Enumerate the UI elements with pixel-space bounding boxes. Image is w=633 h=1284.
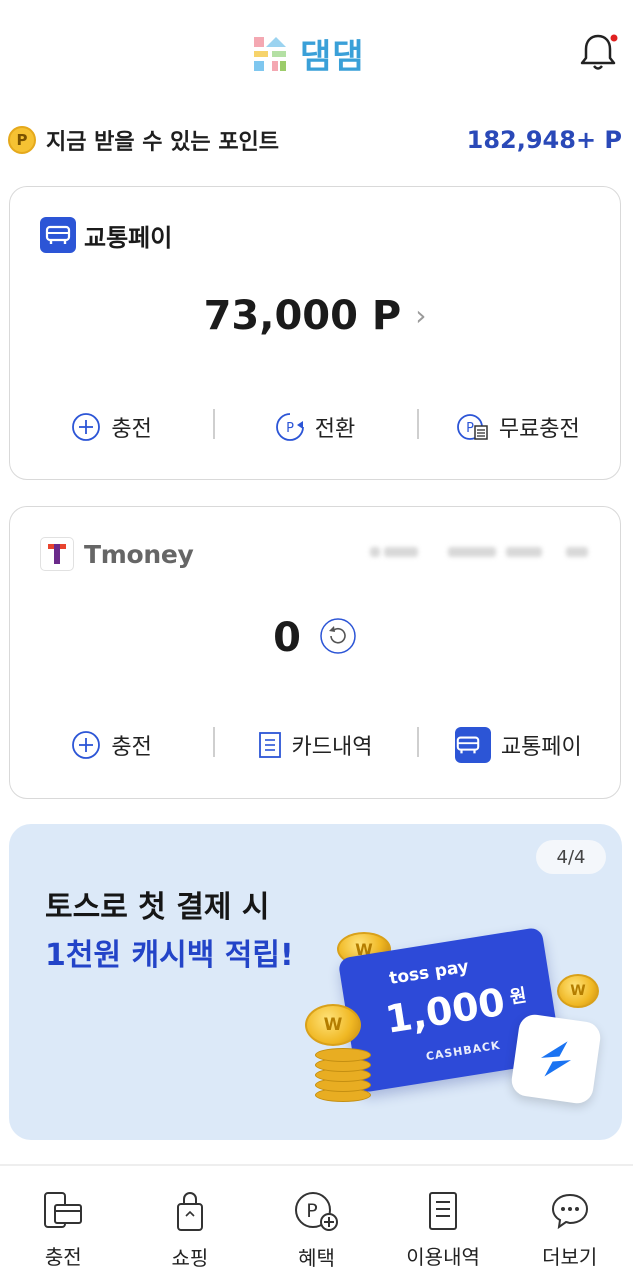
nav-history[interactable]: 이용내역 [380, 1190, 507, 1270]
point-coin-icon: P [8, 126, 36, 154]
svg-text:P: P [466, 421, 474, 436]
tmoney-balance: 0 [273, 615, 301, 661]
tmoney-logo-icon [40, 537, 74, 571]
benefit-point-icon: P [293, 1190, 339, 1232]
notification-bell-icon[interactable] [576, 30, 620, 74]
shopping-bag-icon [172, 1190, 208, 1232]
action-label: 충전 [111, 735, 152, 760]
tmoney-card-history-button[interactable]: 카드내역 [213, 721, 416, 769]
plus-circle-icon [72, 413, 101, 441]
plus-circle-icon [72, 731, 101, 759]
transit-pay-title: 교통페이 [84, 223, 173, 252]
logo-blocks-icon [252, 33, 290, 73]
nav-charge[interactable]: 충전 [0, 1190, 127, 1270]
action-label: 무료충전 [498, 417, 580, 442]
action-label: 교통페이 [500, 735, 582, 760]
toss-app-icon [509, 1012, 603, 1106]
bus-icon [40, 217, 76, 253]
document-icon [258, 732, 281, 758]
coin-icon: W [557, 974, 599, 1008]
nav-label: 쇼핑 [171, 1246, 209, 1270]
nav-more[interactable]: 더보기 [506, 1190, 633, 1270]
nav-label: 더보기 [542, 1245, 598, 1269]
free-charge-icon: P [456, 414, 488, 440]
svg-text:P: P [307, 1200, 318, 1222]
app-name: 댐댐 [300, 36, 365, 77]
available-points-label: 지금 받을 수 있는 포인트 [46, 130, 280, 155]
transit-pay-brand: 교통페이 [40, 217, 172, 253]
coin-icon: W [305, 1004, 361, 1046]
nav-label: 혜택 [298, 1246, 335, 1270]
available-points-value: 182,948+ P [466, 126, 622, 154]
nav-divider [0, 1164, 633, 1166]
refresh-icon[interactable] [319, 617, 357, 659]
nav-shopping[interactable]: 쇼핑 [127, 1190, 254, 1270]
transit-pay-actions: 충전 P 전환 P 무료충전 [10, 403, 620, 451]
nav-benefits[interactable]: P 혜택 [253, 1190, 380, 1270]
banner-subheadline: 1천원 캐시백 적립! [45, 938, 294, 973]
app-logo: 댐댐 [252, 30, 365, 77]
nav-label: 충전 [44, 1245, 82, 1269]
svg-text:P: P [286, 421, 294, 436]
action-label: 전환 [314, 417, 356, 442]
tmoney-balance-row: 0 [10, 615, 620, 661]
transit-pay-card: 교통페이 73,000 P › 충전 P 전환 P 무료충전 [9, 186, 621, 480]
tmoney-charge-button[interactable]: 충전 [10, 721, 213, 769]
available-points-row[interactable]: P 지금 받을 수 있는 포인트 182,948+ P [8, 120, 622, 160]
banner-pager: 4/4 [536, 840, 606, 874]
more-chat-icon [550, 1190, 590, 1231]
cashback-caption: CASHBACK [425, 1038, 502, 1064]
charge-card-icon [41, 1190, 85, 1231]
transit-pay-charge-button[interactable]: 충전 [10, 403, 213, 451]
banner-headline: 토스로 첫 결제 시 [45, 890, 270, 925]
bottom-nav: 충전 쇼핑 P 혜택 이용내역 더보기 [0, 1190, 633, 1270]
tmoney-card: Tmoney 0 충전 카드내역 교통페이 [9, 506, 621, 799]
point-convert-icon: P [275, 413, 304, 441]
transit-pay-amount: 73,000 P [203, 293, 402, 339]
toss-cashback-banner[interactable]: 4/4 토스로 첫 결제 시 1천원 캐시백 적립! W W toss pay … [9, 824, 622, 1140]
toss-pay-label: toss pay [387, 956, 471, 989]
history-list-icon [427, 1190, 459, 1231]
transit-pay-free-charge-button[interactable]: P 무료충전 [416, 403, 620, 451]
action-label: 카드내역 [291, 735, 373, 760]
tmoney-transit-pay-button[interactable]: 교통페이 [416, 721, 620, 769]
bus-icon [454, 727, 491, 763]
tmoney-brand: Tmoney [40, 537, 194, 571]
nav-label: 이용내역 [406, 1245, 480, 1269]
masked-card-number [370, 543, 590, 561]
transit-pay-convert-button[interactable]: P 전환 [213, 403, 416, 451]
transit-pay-amount-link[interactable]: 73,000 P › [10, 293, 620, 339]
action-label: 충전 [111, 417, 152, 442]
chevron-right-icon: › [415, 299, 427, 332]
tmoney-title: Tmoney [84, 539, 194, 569]
tmoney-actions: 충전 카드내역 교통페이 [10, 721, 620, 769]
